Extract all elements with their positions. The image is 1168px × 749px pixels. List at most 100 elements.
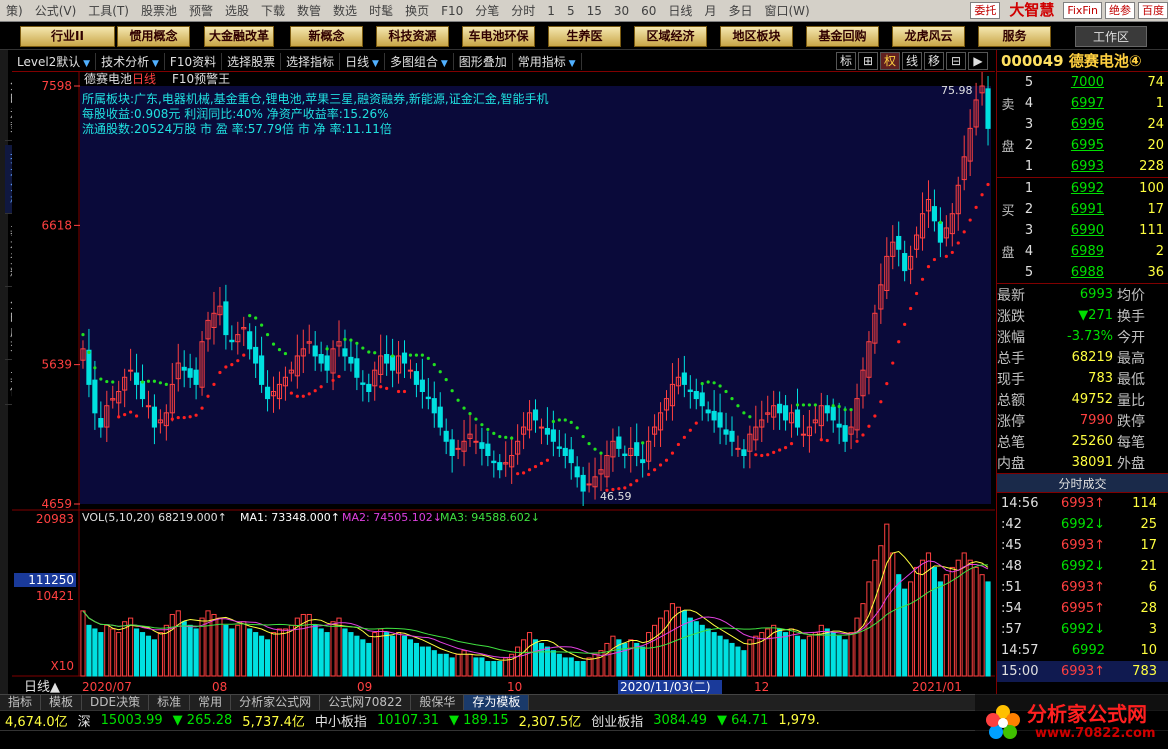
menu-item[interactable]: 5 [561,4,581,18]
bottom-tab[interactable]: 常用 [190,695,232,710]
sector-button[interactable]: 行业II [20,26,115,47]
tick-price: 6992 [1071,643,1105,658]
bottom-tab[interactable]: 分析家公式网 [231,695,321,710]
menu-item[interactable]: 股票池 [135,2,183,19]
kline-chart[interactable]: 德赛电池 日线 F10预警王所属板块:广东,电器机械,基金重仓,锂电池,苹果三星,融… [12,72,995,694]
menu-item[interactable]: 60 [635,4,662,18]
candle-body [824,405,830,414]
menu-item[interactable]: 30 [608,4,635,18]
period-selector[interactable]: 日线▲ [24,680,60,694]
chart-tool[interactable]: 图形叠加 [454,53,513,70]
menu-item[interactable]: 1 [541,4,561,18]
chart-tool[interactable]: 选择股票 [222,53,282,70]
bottom-tab[interactable]: 模板 [41,695,83,710]
ask-row[interactable]: 卖 4 6997 1 [997,93,1168,114]
bid-row[interactable]: 盘 4 6989 2 [997,241,1168,262]
juecan-button[interactable]: 绝参 [1105,2,1135,19]
sar-dot [891,361,895,365]
menu-item[interactable]: 时髦 [363,2,399,19]
chart-tool[interactable]: 多图组合 [385,53,454,70]
baidu-button[interactable]: 百度 [1138,2,1168,19]
ask-price: 6996 [1070,117,1104,132]
sector-button[interactable]: 车电池环保 [462,26,535,47]
tick-header[interactable]: 分时成交 [997,473,1168,493]
bid-row[interactable]: 买 2 6991 17 [997,199,1168,220]
bottom-tab[interactable]: 存为模板 [464,695,530,710]
fixfin-button[interactable]: FixFin [1063,2,1102,19]
volume-bar [485,661,491,677]
sector-button[interactable]: 惯用概念 [117,26,190,47]
f10-alert[interactable]: F10预警王 [172,72,230,86]
candle-body [830,406,836,421]
candle-body [800,433,807,436]
menu-item[interactable]: 多日 [722,2,758,19]
sector-button[interactable]: 基金回购 [806,26,879,47]
trade-button[interactable]: 委托 [970,2,1001,19]
ask-row[interactable]: 1 6993 228 [997,156,1168,177]
menu-item[interactable]: 月 [698,2,722,19]
bid-row[interactable]: 5 6988 36 [997,262,1168,283]
sector-button[interactable]: 科技资源 [376,26,449,47]
menu-item[interactable]: 15 [581,4,608,18]
chart-mode-icon[interactable]: 权 [880,52,900,70]
chart-tool[interactable]: 技术分析 [96,53,165,70]
sar-dot [938,220,942,225]
volume-bar [777,628,783,677]
ask-price: 7000 [1070,75,1104,90]
sector-button[interactable]: 大金融改革 [204,26,274,47]
menu-item[interactable]: 分时 [505,2,541,19]
sector-button[interactable]: 生养医 [548,26,621,47]
menu-item[interactable]: 预警 [183,2,219,19]
menu-item[interactable]: 分笔 [469,2,505,19]
ticker-item: 中小板指 [314,715,367,730]
bottom-tab[interactable]: 标准 [149,695,191,710]
menu-item[interactable]: 日线 [662,2,698,19]
sector-button[interactable]: 服务 [978,26,1051,47]
menu-item[interactable]: 策) [0,2,29,19]
bid-book: 1 6992 100 买 2 6991 17 3 6990 111 盘 4 6989 2 5 6988 36 [997,177,1168,283]
work-area-button[interactable]: 工作区 [1075,26,1147,47]
chart-tool[interactable]: 日线 [340,53,385,70]
menu-item[interactable]: 下载 [255,2,291,19]
chart-tool[interactable]: 选择指标 [281,53,341,70]
ticker-item: 2,307.5亿 [518,715,582,730]
quote-row: 内盘 38091 外盘 [997,452,1168,473]
tick-price: 6993↑ [1061,580,1105,595]
bid-row[interactable]: 1 6992 100 [997,178,1168,199]
chart-mode-icon[interactable]: 标 [836,52,856,70]
bid-row[interactable]: 3 6990 111 [997,220,1168,241]
ask-row[interactable]: 盘 2 6995 20 [997,135,1168,156]
menu-item[interactable]: 工具(T) [82,2,135,19]
sector-button[interactable]: 区域经济 [634,26,707,47]
menu-item[interactable]: 公式(V) [29,2,83,19]
bottom-tab[interactable]: 般保华 [411,695,465,710]
sector-button[interactable]: 龙虎风云 [892,26,965,47]
sector-button[interactable]: 地区板块 [720,26,793,47]
menu-item[interactable]: 数管 [291,2,327,19]
menu-item[interactable]: 换页 [399,2,435,19]
sector-button[interactable]: 新概念 [290,26,363,47]
chart-mode-icon[interactable]: ⊞ [858,52,878,70]
ask-row[interactable]: 3 6996 24 [997,114,1168,135]
bottom-tab[interactable]: DDE决策 [82,695,150,710]
bid-level: 4 [1024,244,1034,259]
chart-mode-icon[interactable]: ⊟ [946,52,966,70]
bottom-tab[interactable]: 指标 [0,695,42,710]
chart-tool[interactable]: Level2默认 [12,53,97,70]
menu-item[interactable]: 数选 [327,2,363,19]
chart-tool[interactable]: F10资料 [165,53,223,70]
sar-dot [706,380,710,384]
sar-dot [438,370,442,374]
chart-mode-icon[interactable]: 线 [902,52,922,70]
chart-mode-icon[interactable]: ▶ [968,52,988,70]
quote-label: 内盘 [997,455,1025,472]
bottom-tab[interactable]: 公式网70822 [320,695,412,710]
sar-dot [581,434,585,439]
chart-tool[interactable]: 常用指标 [513,53,582,70]
menu-item[interactable]: 选股 [219,2,255,19]
candle-body [443,430,449,442]
ask-row[interactable]: 5 7000 74 [997,72,1168,93]
menu-item[interactable]: 窗口(W) [758,2,815,19]
menu-item[interactable]: F10 [435,4,469,18]
chart-mode-icon[interactable]: 移 [924,52,944,70]
